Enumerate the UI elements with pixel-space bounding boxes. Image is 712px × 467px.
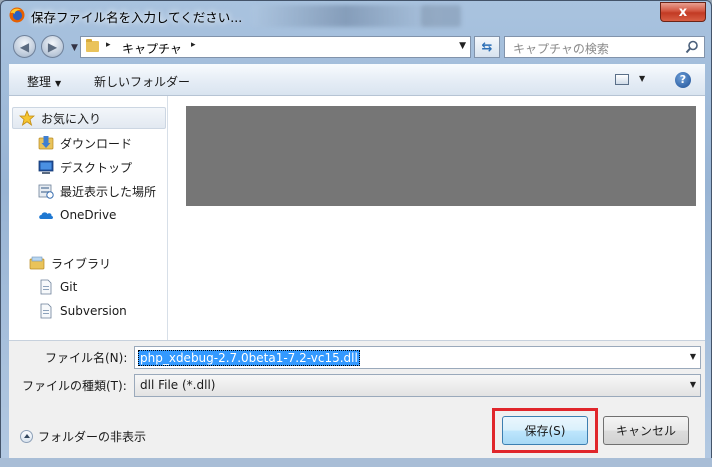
help-icon[interactable]: ? <box>675 72 691 88</box>
sidebar-item-label: Subversion <box>60 304 127 318</box>
document-icon <box>40 279 52 295</box>
view-options-icon[interactable] <box>615 74 629 85</box>
window-title: 保存ファイル名を入力してください... <box>31 10 243 25</box>
cloud-icon <box>39 212 53 219</box>
sidebar-item-label: Git <box>60 280 78 294</box>
close-button[interactable]: x <box>660 2 706 22</box>
sidebar-item-label: ダウンロード <box>60 136 133 151</box>
back-button[interactable]: ◀ <box>13 35 36 58</box>
new-folder-button[interactable]: 新しいフォルダー <box>94 73 190 90</box>
sidebar-item-label: お気に入り <box>41 111 102 126</box>
filetype-label: ファイルの種類(T): <box>22 379 127 393</box>
download-folder-icon <box>38 136 54 150</box>
desktop-icon <box>38 160 54 174</box>
firefox-icon <box>9 7 25 23</box>
sidebar-item-label: ライブラリ <box>51 256 112 271</box>
sidebar-item-subversion[interactable]: Subversion <box>38 300 127 322</box>
filename-label: ファイル名(N): <box>45 351 128 365</box>
hide-folders-label: フォルダーの非表示 <box>38 430 147 444</box>
sidebar-item-downloads[interactable]: ダウンロード <box>38 132 132 154</box>
address-bar[interactable]: ▸ キャプチャ ▸ ▼ <box>80 36 471 58</box>
sidebar-item-desktop[interactable]: デスクトップ <box>38 156 132 178</box>
sidebar-item-label: デスクトップ <box>60 160 133 175</box>
forward-button[interactable]: ▶ <box>41 35 64 58</box>
filetype-value: dll File (*.dll) <box>140 378 216 392</box>
chevron-down-icon[interactable]: ▼ <box>639 74 645 83</box>
star-icon <box>19 110 35 126</box>
sidebar-item-favorites[interactable]: お気に入り <box>12 107 166 129</box>
sidebar-item-recent-places[interactable]: 最近表示した場所 <box>38 180 156 202</box>
address-dropdown-icon[interactable]: ▼ <box>459 41 466 51</box>
command-bar: 整理 ▼ 新しいフォルダー ▼ ? <box>9 64 705 96</box>
back-arrow-icon: ◀ <box>19 39 30 54</box>
recent-places-icon <box>38 184 54 199</box>
hide-folders-toggle[interactable]: フォルダーの非表示 <box>20 428 146 445</box>
breadcrumb-separator-icon[interactable]: ▸ <box>191 40 196 50</box>
breadcrumb-separator-icon: ▸ <box>106 40 111 50</box>
history-dropdown-icon[interactable]: ▼ <box>71 43 78 53</box>
highlight-annotation <box>492 408 598 453</box>
window-bottom-edge <box>0 458 712 467</box>
close-icon: x <box>678 4 688 20</box>
main-area: お気に入り ダウンロード デスクトップ 最近表示した場所 OneDrive ライ… <box>9 96 705 341</box>
chevron-down-icon[interactable]: ▼ <box>690 380 696 389</box>
sidebar-item-libraries[interactable]: ライブラリ <box>29 252 111 274</box>
library-folder-icon <box>29 256 45 270</box>
sidebar-item-label: 最近表示した場所 <box>60 184 157 199</box>
chevron-down-icon: ▼ <box>55 79 62 88</box>
document-icon <box>40 303 52 319</box>
search-placeholder: キャプチャの検索 <box>513 42 609 56</box>
search-icon[interactable] <box>685 40 699 54</box>
save-form: ファイル名(N): php_xdebug-2.7.0beta1-7.2-vc15… <box>9 341 705 459</box>
background-window-blur <box>421 5 461 27</box>
filetype-select[interactable]: dll File (*.dll) ▼ <box>134 374 701 397</box>
navigation-pane[interactable]: お気に入り ダウンロード デスクトップ 最近表示した場所 OneDrive ライ… <box>9 96 168 340</box>
filename-field[interactable]: php_xdebug-2.7.0beta1-7.2-vc15.dll ▼ <box>134 346 701 369</box>
sidebar-item-label: OneDrive <box>60 208 117 222</box>
organize-label: 整理 <box>27 75 52 89</box>
sidebar-item-git[interactable]: Git <box>38 276 77 298</box>
organize-menu[interactable]: 整理 ▼ <box>27 73 61 90</box>
breadcrumb-item[interactable]: キャプチャ <box>122 40 182 57</box>
file-list[interactable] <box>168 96 705 340</box>
collapse-up-icon <box>20 430 33 443</box>
refresh-icon: ⇆ <box>481 39 493 55</box>
dialog-window: 保存ファイル名を入力してください... x ◀ ▶ ▼ ▸ キャプチャ ▸ ▼ … <box>0 0 712 467</box>
search-input[interactable]: キャプチャの検索 <box>504 36 705 58</box>
chevron-down-icon[interactable]: ▼ <box>690 352 696 361</box>
forward-arrow-icon: ▶ <box>47 39 58 54</box>
filename-value[interactable]: php_xdebug-2.7.0beta1-7.2-vc15.dll <box>138 350 360 366</box>
refresh-button[interactable]: ⇆ <box>474 36 500 58</box>
cancel-button[interactable]: キャンセル <box>603 416 689 445</box>
redacted-file-area <box>186 106 696 206</box>
folder-icon <box>86 39 99 52</box>
sidebar-item-onedrive[interactable]: OneDrive <box>38 204 116 226</box>
background-window-blur <box>251 5 441 27</box>
